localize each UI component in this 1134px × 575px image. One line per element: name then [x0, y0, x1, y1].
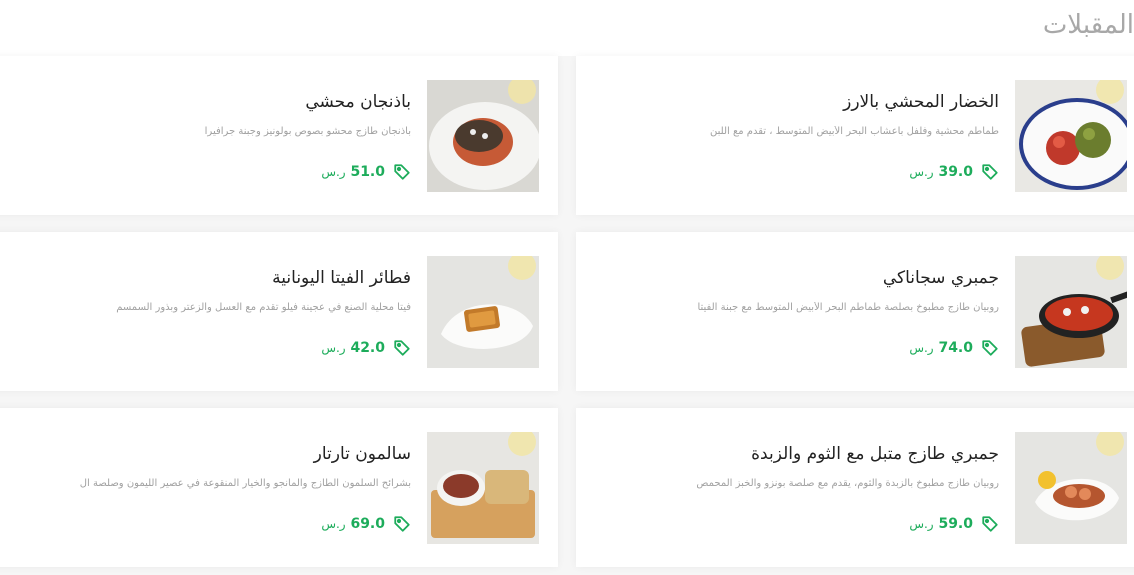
menu-item-card[interactable]: جمبري سجاناكي روبيان طازج مطبوخ بصلصة طم… [576, 232, 1134, 391]
price-row: 42.0 ر.س [321, 339, 411, 357]
dish-description: روبيان طازج مطبوخ بصلصة طماطم البحر الأب… [697, 302, 999, 313]
section-title: المقبلات [1042, 10, 1134, 40]
dish-image [1015, 80, 1127, 192]
menu-item-card[interactable]: باذنجان محشي باذنجان طازج محشو بصوص بولو… [0, 56, 558, 215]
menu-item-card[interactable]: جمبري طازج متبل مع الثوم والزبدة روبيان … [576, 408, 1134, 567]
dish-image [427, 432, 539, 544]
dish-name: جمبري طازج متبل مع الثوم والزبدة [751, 444, 999, 464]
dish-image [427, 256, 539, 368]
menu-page: المقبلات الخضار المحشي بالارز طماطم محشي… [0, 0, 1134, 575]
dish-name: باذنجان محشي [305, 92, 411, 112]
dish-description: فيتا محلية الصنع في عجينة فيلو تقدم مع ا… [116, 302, 411, 313]
tag-icon [393, 163, 411, 181]
tag-icon [981, 163, 999, 181]
dish-price: 42.0 ر.س [321, 340, 385, 356]
dish-price: 59.0 ر.س [909, 516, 973, 532]
dish-name: سالمون تارتار [313, 444, 411, 464]
dish-name: فطائر الفيتا اليونانية [272, 268, 411, 288]
price-row: 59.0 ر.س [909, 515, 999, 533]
dish-image [1015, 432, 1127, 544]
dish-price: 39.0 ر.س [909, 164, 973, 180]
dish-image [427, 80, 539, 192]
dish-price: 74.0 ر.س [909, 340, 973, 356]
dish-description: باذنجان طازج محشو بصوص بولونيز وجبنة جرا… [204, 126, 411, 137]
tag-icon [981, 515, 999, 533]
price-row: 74.0 ر.س [909, 339, 999, 357]
tag-icon [393, 515, 411, 533]
dish-description: بشرائح السلمون الطازج والمانجو والخيار ا… [79, 478, 411, 489]
menu-item-card[interactable]: سالمون تارتار بشرائح السلمون الطازج والم… [0, 408, 558, 567]
price-row: 69.0 ر.س [321, 515, 411, 533]
dish-price: 69.0 ر.س [321, 516, 385, 532]
dish-description: طماطم محشية وفلفل بأعشاب البحر الأبيض ال… [710, 126, 999, 137]
price-row: 51.0 ر.س [321, 163, 411, 181]
section-header: المقبلات [0, 0, 1134, 56]
dish-name: الخضار المحشي بالارز [843, 92, 999, 112]
dish-price: 51.0 ر.س [321, 164, 385, 180]
dish-name: جمبري سجاناكي [882, 268, 999, 288]
tag-icon [393, 339, 411, 357]
menu-item-card[interactable]: الخضار المحشي بالارز طماطم محشية وفلفل ب… [576, 56, 1134, 215]
menu-item-card[interactable]: فطائر الفيتا اليونانية فيتا محلية الصنع … [0, 232, 558, 391]
tag-icon [981, 339, 999, 357]
dish-image [1015, 256, 1127, 368]
dish-description: روبيان طازج مطبوخ بالزبدة والثوم، يقدم م… [696, 478, 999, 489]
price-row: 39.0 ر.س [909, 163, 999, 181]
